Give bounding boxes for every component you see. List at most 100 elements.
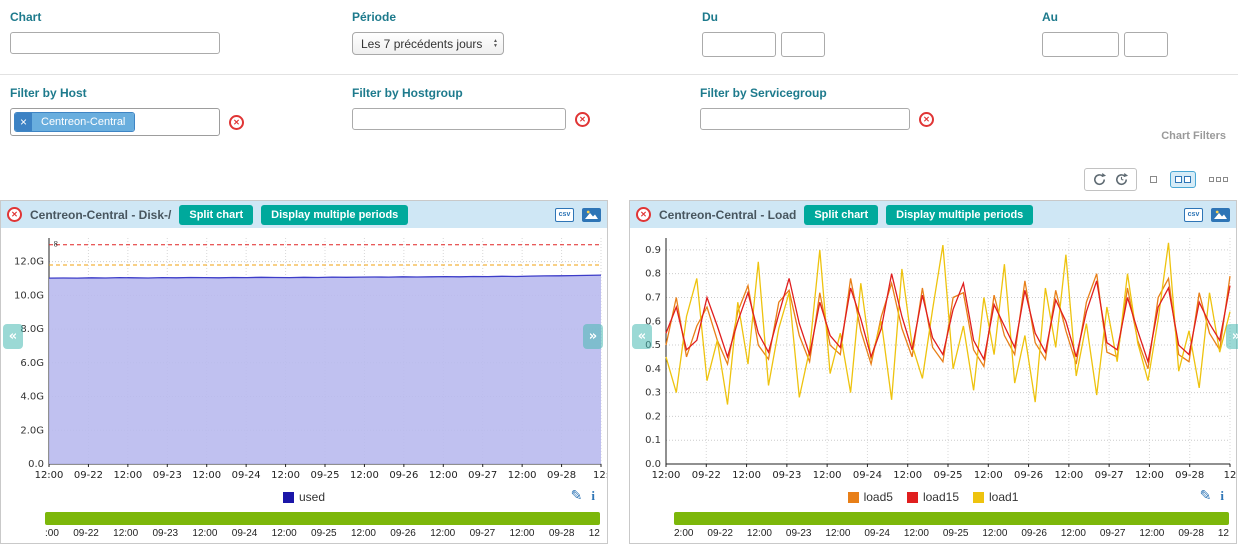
chart-panel-disk: ✕ Centreon-Central - Disk-/ Split chart … xyxy=(0,200,608,544)
svg-text:09-22: 09-22 xyxy=(74,470,103,481)
edit-icon[interactable]: ✎ xyxy=(571,487,583,504)
svg-text:09-23: 09-23 xyxy=(153,470,182,481)
scroll-period-right-button[interactable]: » xyxy=(583,324,603,349)
remove-host-tag-icon[interactable]: × xyxy=(15,113,32,131)
load-chart[interactable]: 0.00.10.20.30.40.50.60.70.80.912:0009-22… xyxy=(630,228,1236,484)
split-chart-button[interactable]: Split chart xyxy=(804,205,878,225)
legend-item[interactable]: load15 xyxy=(907,490,959,504)
svg-text:12:: 12: xyxy=(593,470,607,481)
mini-axis-label: 12:00 xyxy=(430,528,455,539)
hostgroup-filter-input[interactable] xyxy=(352,108,566,130)
svg-text:12: 12 xyxy=(1224,470,1236,481)
period-select[interactable]: Les 7 précédents jours ▲▼ xyxy=(352,32,504,55)
legend: load5 load15 load1 xyxy=(848,490,1019,504)
panel-header: ✕ Centreon-Central - Load Split chart Di… xyxy=(630,201,1236,228)
display-multiple-periods-button[interactable]: Display multiple periods xyxy=(886,205,1033,225)
svg-text:09-27: 09-27 xyxy=(1095,470,1124,481)
svg-text:8.0G: 8.0G xyxy=(20,324,44,335)
svg-text:4.0G: 4.0G xyxy=(20,392,44,403)
legend-item[interactable]: used xyxy=(283,490,325,504)
svg-text:2.0G: 2.0G xyxy=(20,425,44,436)
layout-one-column-icon[interactable] xyxy=(1146,172,1161,187)
svg-text:∞: ∞ xyxy=(50,240,60,248)
layout-three-columns-icon[interactable] xyxy=(1205,173,1232,186)
svg-text:6.0G: 6.0G xyxy=(20,358,44,369)
svg-text:12:00: 12:00 xyxy=(732,470,761,481)
mini-axis-label: 12:00 xyxy=(1061,528,1086,539)
clear-servicegroup-filter-icon[interactable]: ✕ xyxy=(919,112,934,127)
svg-text:0.4: 0.4 xyxy=(645,364,661,375)
host-tag-label: Centreon-Central xyxy=(32,113,134,131)
mini-axis-label: 09-23 xyxy=(786,528,812,539)
chart-search-input[interactable] xyxy=(10,32,220,54)
svg-text:12:00: 12:00 xyxy=(813,470,842,481)
legend-row: load5 load15 load1 ✎ i xyxy=(630,484,1236,510)
auto-refresh-icon[interactable] xyxy=(1114,172,1129,187)
export-csv-icon[interactable]: csv xyxy=(555,208,574,222)
clear-hostgroup-filter-icon[interactable]: ✕ xyxy=(575,112,590,127)
svg-text:0.3: 0.3 xyxy=(645,388,661,399)
mini-axis-label: 09-22 xyxy=(707,528,733,539)
mini-axis-label: 09-25 xyxy=(311,528,337,539)
scroll-period-left-button[interactable]: « xyxy=(632,324,652,349)
legend: used xyxy=(283,490,325,504)
info-icon[interactable]: i xyxy=(591,488,595,504)
svg-text:0.0: 0.0 xyxy=(28,459,44,470)
svg-text:12.0G: 12.0G xyxy=(14,257,44,268)
scroll-period-right-button[interactable]: » xyxy=(1226,324,1238,349)
from-date-label: Du xyxy=(702,10,825,24)
from-date-input[interactable] xyxy=(702,32,776,57)
clear-host-filter-icon[interactable]: ✕ xyxy=(229,115,244,130)
export-csv-icon[interactable]: csv xyxy=(1184,208,1203,222)
refresh-icon[interactable] xyxy=(1092,172,1107,187)
to-date-label: Au xyxy=(1042,10,1168,24)
svg-text:09-28: 09-28 xyxy=(1175,470,1204,481)
timeline-mini: :0009-2212:0009-2312:0009-2412:0009-2512… xyxy=(45,512,600,539)
disk-usage-chart[interactable]: 0.0 2.0G 4.0G 6.0G 8.0G 10.0G 12.0G 12:00 09-22 1… xyxy=(1,228,607,484)
svg-text:12:00: 12:00 xyxy=(35,470,64,481)
close-chart-icon[interactable]: ✕ xyxy=(636,207,651,222)
chart-zone: 0.00.10.20.30.40.50.60.70.80.912:0009-22… xyxy=(630,228,1236,484)
servicegroup-filter-label: Filter by Servicegroup xyxy=(700,86,934,100)
from-time-input[interactable] xyxy=(781,32,825,57)
info-icon[interactable]: i xyxy=(1220,488,1224,504)
to-time-input[interactable] xyxy=(1124,32,1168,57)
svg-text:10.0G: 10.0G xyxy=(14,290,44,301)
mini-axis-label: :00 xyxy=(45,528,59,539)
mini-axis-label: 09-24 xyxy=(864,528,890,539)
mini-axis-label: 09-24 xyxy=(232,528,258,539)
split-chart-button[interactable]: Split chart xyxy=(179,205,253,225)
chart-filter-label: Chart xyxy=(10,10,220,24)
svg-text:09-25: 09-25 xyxy=(310,470,339,481)
mini-axis-label: 12 xyxy=(589,528,600,539)
legend-row: used ✎ i xyxy=(1,484,607,510)
svg-text:12:00: 12:00 xyxy=(974,470,1003,481)
svg-text:0.1: 0.1 xyxy=(645,435,661,446)
scroll-period-left-button[interactable]: « xyxy=(3,324,23,349)
edit-icon[interactable]: ✎ xyxy=(1200,487,1212,504)
layout-two-columns-icon[interactable] xyxy=(1170,171,1196,188)
chart-filters-caption: Chart Filters xyxy=(1161,130,1226,142)
svg-text:12:00: 12:00 xyxy=(350,470,379,481)
export-image-icon[interactable] xyxy=(582,208,601,222)
host-tag: × Centreon-Central xyxy=(14,112,135,132)
mini-axis-label: 09-23 xyxy=(153,528,179,539)
mini-axis-label: 12:00 xyxy=(904,528,929,539)
mini-axis-label: 09-28 xyxy=(549,528,575,539)
servicegroup-filter-input[interactable] xyxy=(700,108,910,130)
servicegroup-filter-group: Filter by Servicegroup ✕ xyxy=(700,86,934,130)
timeline-brush[interactable] xyxy=(45,512,600,525)
timeline-brush[interactable] xyxy=(674,512,1229,525)
export-image-icon[interactable] xyxy=(1211,208,1230,222)
legend-label: load15 xyxy=(923,490,959,504)
host-filter-input[interactable]: × Centreon-Central xyxy=(10,108,220,136)
legend-item[interactable]: load5 xyxy=(848,490,893,504)
to-date-input[interactable] xyxy=(1042,32,1119,57)
mini-axis-label: 09-22 xyxy=(73,528,99,539)
legend-item[interactable]: load1 xyxy=(973,490,1018,504)
display-multiple-periods-button[interactable]: Display multiple periods xyxy=(261,205,408,225)
mini-axis-label: 09-25 xyxy=(943,528,969,539)
close-chart-icon[interactable]: ✕ xyxy=(7,207,22,222)
legend-swatch xyxy=(973,492,984,503)
charts-grid: ✕ Centreon-Central - Disk-/ Split chart … xyxy=(0,200,1238,544)
